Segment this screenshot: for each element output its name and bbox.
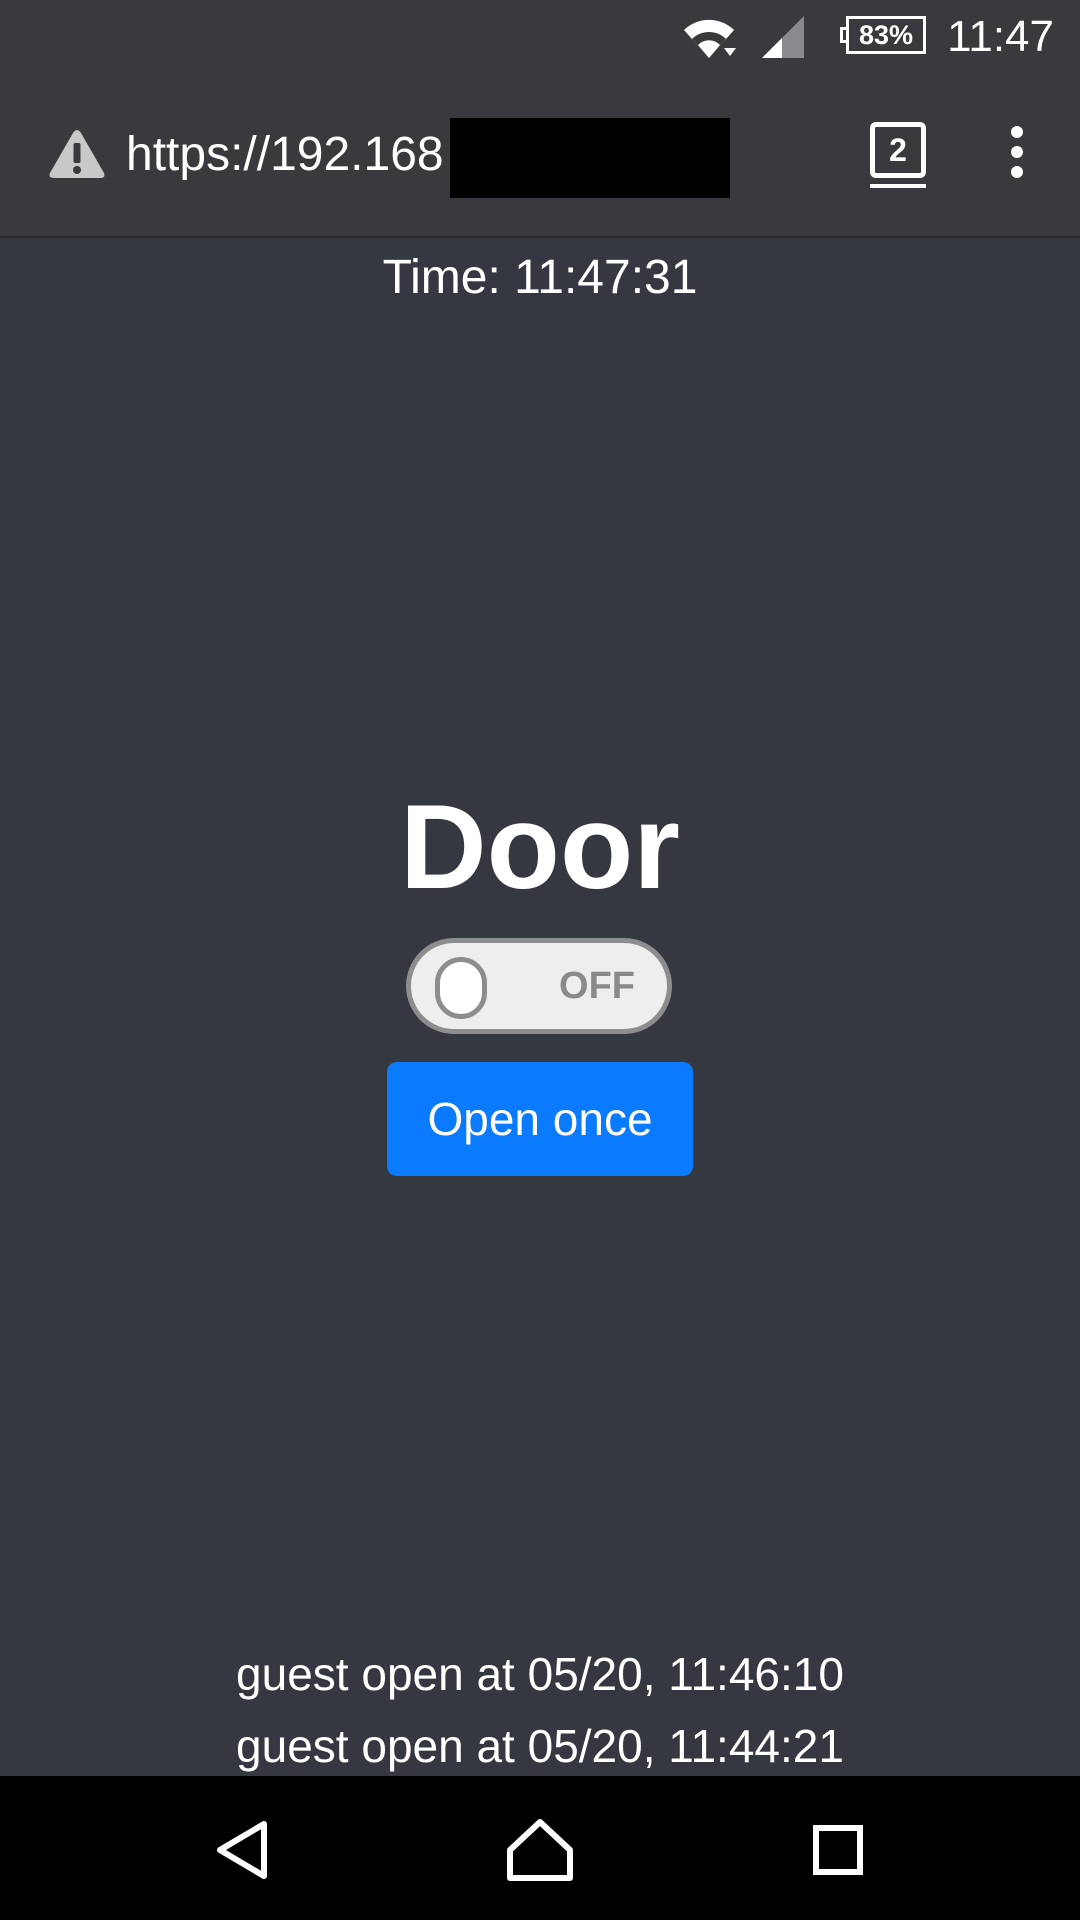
url-field[interactable]: https://192.168 <box>126 127 444 182</box>
current-time: Time: 11:47:31 <box>382 251 698 304</box>
navigation-bar <box>0 1776 1080 1920</box>
wifi-icon <box>684 19 736 58</box>
battery-icon: 83% <box>840 16 926 54</box>
page-content: Time: 11:47:31 Door OFF Open once guest … <box>0 238 1080 1776</box>
battery-percent: 83% <box>858 19 914 50</box>
page-title: Door <box>400 780 680 914</box>
browser-toolbar: https://192.168 2 <box>0 72 1080 238</box>
battery-cap <box>840 27 846 43</box>
tab-switcher-underline <box>870 184 926 188</box>
signal-icon <box>762 16 804 58</box>
menu-icon[interactable] <box>1000 124 1034 180</box>
toggle-knob[interactable] <box>435 957 487 1019</box>
warning-icon[interactable] <box>48 128 106 180</box>
status-bar: 83% 11:47 <box>0 0 1080 72</box>
door-toggle[interactable]: OFF <box>406 938 672 1034</box>
tab-switcher-icon[interactable]: 2 <box>870 122 926 178</box>
open-once-button[interactable]: Open once <box>387 1062 693 1176</box>
log-entry: guest open at 05/20, 11:44:21 <box>236 1720 844 1772</box>
status-clock: 11:47 <box>947 12 1054 61</box>
log-entry: guest open at 05/20, 11:46:10 <box>236 1648 844 1700</box>
recents-icon[interactable] <box>802 1818 874 1882</box>
toggle-state-label: OFF <box>559 965 635 1007</box>
back-icon[interactable] <box>206 1818 278 1882</box>
redacted-block <box>450 118 730 198</box>
tab-count: 2 <box>889 131 907 168</box>
home-icon[interactable] <box>504 1818 576 1882</box>
access-log: guest open at 05/20, 11:46:10 guest open… <box>0 1638 1080 1782</box>
